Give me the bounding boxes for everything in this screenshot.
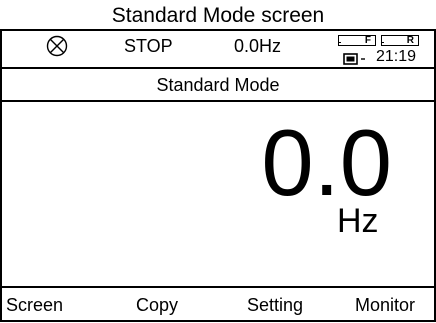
circle-x-icon bbox=[46, 35, 68, 57]
softkey-bar: Screen Copy Setting Monitor bbox=[2, 288, 434, 322]
setting-softkey[interactable]: Setting bbox=[247, 291, 303, 319]
copy-softkey[interactable]: Copy bbox=[136, 291, 178, 319]
frequency-unit: Hz bbox=[337, 202, 379, 240]
status-bar: STOP 0.0Hz F R 21:19 bbox=[2, 31, 434, 65]
keypad-display: STOP 0.0Hz F R 21:19 Standard Mode 0.0 H… bbox=[0, 29, 436, 322]
forward-indicator: F bbox=[338, 35, 376, 46]
divider bbox=[2, 67, 434, 69]
figure-caption: Standard Mode screen bbox=[111, 4, 325, 27]
reverse-indicator: R bbox=[381, 35, 419, 46]
battery-icon bbox=[343, 53, 365, 65]
output-frequency-value: 0.0 bbox=[261, 110, 392, 215]
clock: 21:19 bbox=[376, 48, 417, 65]
screen-softkey[interactable]: Screen bbox=[6, 291, 63, 319]
monitor-softkey[interactable]: Monitor bbox=[355, 291, 415, 319]
divider bbox=[2, 100, 434, 102]
frequency-readout: 0.0Hz bbox=[234, 36, 282, 56]
run-status: STOP bbox=[124, 36, 173, 56]
screen-title: Standard Mode bbox=[156, 75, 280, 95]
